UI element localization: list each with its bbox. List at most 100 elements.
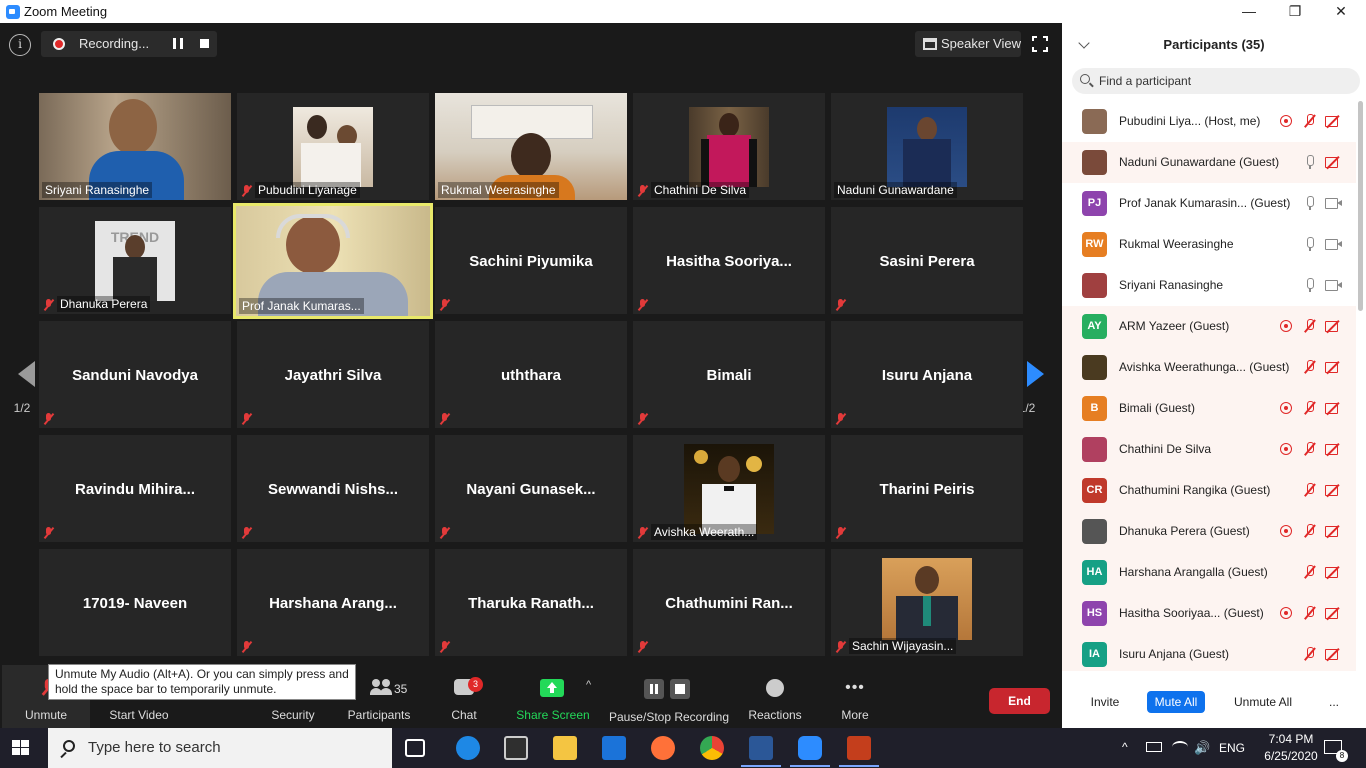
firefox-icon[interactable] [651, 736, 675, 760]
participant-row[interactable]: RW Rukmal Weerasinghe [1062, 224, 1356, 265]
video-tile[interactable]: TREND Dhanuka Perera [39, 207, 231, 314]
mic-muted-icon[interactable] [1304, 483, 1316, 497]
previous-page-button[interactable]: 1/2 [6, 331, 38, 439]
participant-row[interactable]: HS Hasitha Sooriyaa... (Guest) [1062, 593, 1356, 634]
video-tile[interactable]: Chathumini Ran... [633, 549, 825, 656]
mute-all-button[interactable]: Mute All [1147, 691, 1205, 713]
mic-muted-icon[interactable] [1304, 319, 1316, 333]
camera-off-icon[interactable] [1325, 402, 1342, 414]
participant-row[interactable]: CR Chathumini Rangika (Guest) [1062, 470, 1356, 511]
store-icon[interactable] [504, 736, 528, 760]
participant-row[interactable]: PJ Prof Janak Kumarasin... (Guest) [1062, 183, 1356, 224]
participant-row[interactable]: Naduni Gunawardane (Guest) [1062, 142, 1356, 183]
participant-row[interactable]: HA Harshana Arangalla (Guest) [1062, 552, 1356, 593]
tray-chevron-icon[interactable]: ^ [1122, 740, 1128, 768]
share-screen-button[interactable]: ^ Share Screen [512, 665, 594, 728]
clock-date[interactable]: 6/25/2020 [1263, 749, 1319, 768]
video-tile[interactable]: Rukmal Weerasinghe [435, 93, 627, 200]
pause-recording-icon[interactable] [173, 38, 183, 49]
mic-muted-icon[interactable] [1304, 401, 1316, 415]
reactions-button[interactable]: Reactions [744, 665, 806, 728]
unmute-all-button[interactable]: Unmute All [1228, 691, 1298, 713]
camera-off-icon[interactable] [1325, 566, 1342, 578]
video-tile[interactable]: Sachin Wijayasin... [831, 549, 1023, 656]
taskbar-search-input[interactable]: Type here to search [48, 728, 392, 768]
participant-row[interactable]: Chathini De Silva [1062, 429, 1356, 470]
video-tile[interactable]: Harshana Arang... [237, 549, 429, 656]
chat-button[interactable]: 3 Chat [436, 665, 492, 728]
minimize-button[interactable]: — [1226, 1, 1272, 21]
battery-icon[interactable] [1146, 742, 1162, 752]
language-indicator[interactable]: ENG [1219, 741, 1245, 768]
video-tile[interactable]: Jayathri Silva [237, 321, 429, 428]
camera-off-icon[interactable] [1325, 443, 1342, 455]
panel-scrollbar[interactable] [1358, 101, 1363, 311]
panel-more-button[interactable]: ... [1324, 691, 1344, 713]
camera-icon[interactable] [1325, 238, 1342, 250]
video-tile[interactable]: Pubudini Liyanage [237, 93, 429, 200]
camera-off-icon[interactable] [1325, 156, 1342, 168]
camera-off-icon[interactable] [1325, 484, 1342, 496]
participant-row[interactable]: Sriyani Ranasinghe [1062, 265, 1356, 306]
mic-muted-icon[interactable] [1304, 606, 1316, 620]
video-tile[interactable]: Sanduni Navodya [39, 321, 231, 428]
mic-icon[interactable] [1304, 196, 1316, 210]
maximize-button[interactable]: ❐ [1272, 1, 1318, 21]
camera-icon[interactable] [1325, 279, 1342, 291]
pause-stop-recording-button[interactable]: Pause/Stop Recording [606, 665, 732, 728]
participant-search-input[interactable]: Find a participant [1072, 68, 1360, 94]
mic-icon[interactable] [1304, 155, 1316, 169]
mic-icon[interactable] [1304, 278, 1316, 292]
camera-off-icon[interactable] [1325, 361, 1342, 373]
camera-off-icon[interactable] [1325, 525, 1342, 537]
video-tile[interactable]: Naduni Gunawardane [831, 93, 1023, 200]
windows-start-icon[interactable] [12, 740, 30, 756]
participant-row[interactable]: Avishka Weerathunga... (Guest) [1062, 347, 1356, 388]
powerpoint-icon[interactable] [839, 736, 879, 767]
more-button[interactable]: ••• More [830, 665, 880, 728]
mic-muted-icon[interactable] [1304, 114, 1316, 128]
end-meeting-button[interactable]: End [989, 688, 1050, 714]
active-speaker-tile[interactable]: Prof Janak Kumaras... [233, 203, 433, 319]
volume-icon[interactable]: 🔊 [1194, 740, 1210, 768]
close-button[interactable]: ✕ [1318, 1, 1364, 21]
video-tile[interactable]: Tharuka Ranath... [435, 549, 627, 656]
mic-muted-icon[interactable] [1304, 524, 1316, 538]
video-tile[interactable]: Avishka Weerath... [633, 435, 825, 542]
invite-button[interactable]: Invite [1084, 691, 1126, 713]
video-tile[interactable]: Sriyani Ranasinghe [39, 93, 231, 200]
share-options-chevron-icon[interactable]: ^ [586, 679, 591, 691]
edge-browser-icon[interactable] [456, 736, 480, 760]
mic-muted-icon[interactable] [1304, 565, 1316, 579]
video-tile[interactable]: Nayani Gunasek... [435, 435, 627, 542]
participant-row[interactable]: Dhanuka Perera (Guest) [1062, 511, 1356, 552]
camera-off-icon[interactable] [1325, 648, 1342, 660]
file-explorer-icon[interactable] [553, 736, 577, 760]
wifi-icon[interactable] [1172, 741, 1188, 753]
video-tile[interactable]: Sachini Piyumika [435, 207, 627, 314]
camera-off-icon[interactable] [1325, 607, 1342, 619]
mic-icon[interactable] [1304, 237, 1316, 251]
participant-row[interactable]: AY ARM Yazeer (Guest) [1062, 306, 1356, 347]
fullscreen-icon[interactable] [1032, 36, 1048, 52]
task-view-icon[interactable] [405, 739, 425, 757]
video-tile[interactable]: Chathini De Silva [633, 93, 825, 200]
zoom-taskbar-icon[interactable] [790, 736, 830, 767]
video-tile[interactable]: Hasitha Sooriya... [633, 207, 825, 314]
camera-icon[interactable] [1325, 197, 1342, 209]
video-tile[interactable]: 17019- Naveen [39, 549, 231, 656]
camera-off-icon[interactable] [1325, 320, 1342, 332]
mic-muted-icon[interactable] [1304, 360, 1316, 374]
word-icon[interactable] [741, 736, 781, 767]
mail-icon[interactable] [602, 736, 626, 760]
video-tile[interactable]: Sewwandi Nishs... [237, 435, 429, 542]
chrome-icon[interactable] [700, 736, 724, 760]
video-tile[interactable]: Bimali [633, 321, 825, 428]
participant-row[interactable]: B Bimali (Guest) [1062, 388, 1356, 429]
participant-row[interactable]: IA Isuru Anjana (Guest) [1062, 634, 1356, 671]
participant-row[interactable]: Pubudini Liya... (Host, me) [1062, 101, 1356, 142]
mic-muted-icon[interactable] [1304, 647, 1316, 661]
video-tile[interactable]: Isuru Anjana [831, 321, 1023, 428]
video-tile[interactable]: Ravindu Mihira... [39, 435, 231, 542]
stop-recording-icon[interactable] [200, 39, 209, 48]
